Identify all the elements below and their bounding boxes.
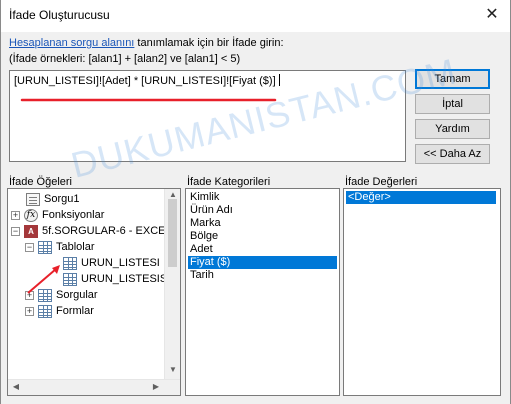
tree-item-label: Fonksiyonlar bbox=[42, 209, 105, 221]
tree-item-forms[interactable]: + Formlar bbox=[25, 303, 94, 319]
arrow-shaft bbox=[27, 268, 57, 294]
function-icon: fx bbox=[24, 208, 38, 222]
expand-icon[interactable]: + bbox=[25, 306, 34, 316]
values-list[interactable]: <Değer> bbox=[343, 188, 501, 396]
tree-item-label: Formlar bbox=[56, 305, 94, 317]
scroll-right-icon[interactable]: ▶ bbox=[148, 382, 164, 391]
collapse-icon[interactable]: − bbox=[25, 242, 34, 252]
expression-input[interactable]: [URUN_LISTESI]![Adet] * [URUN_LISTESI]![… bbox=[9, 70, 406, 162]
intro-text: Hesaplanan sorgu alanını tanımlamak için… bbox=[9, 37, 284, 49]
text-caret bbox=[278, 74, 280, 86]
elements-tree[interactable]: Sorgu1 + fx Fonksiyonlar − A 5f.SORGULAR… bbox=[7, 188, 181, 396]
cancel-button[interactable]: İptal bbox=[415, 94, 490, 114]
annotation-underline bbox=[20, 98, 277, 102]
category-item[interactable]: Bölge bbox=[188, 230, 220, 243]
tree-item-label: URUN_LISTESI bbox=[81, 257, 160, 269]
less-button[interactable]: << Daha Az bbox=[415, 144, 490, 164]
title-bar: İfade Oluşturucusu ✕ bbox=[1, 0, 510, 32]
examples-text: (İfade örnekleri: [alan1] + [alan2] ve [… bbox=[9, 53, 241, 65]
calculated-field-link[interactable]: Hesaplanan sorgu alanını bbox=[9, 37, 134, 49]
values-label: İfade Değerleri bbox=[345, 176, 418, 188]
tree-vertical-scrollbar[interactable]: ▲ ▼ bbox=[164, 189, 180, 379]
categories-label: İfade Kategorileri bbox=[187, 176, 271, 188]
expression-value: [URUN_LISTESI]![Adet] * [URUN_LISTESI]![… bbox=[14, 75, 276, 87]
window-title: İfade Oluşturucusu bbox=[9, 8, 110, 22]
expression-builder-dialog: İfade Oluşturucusu ✕ Hesaplanan sorgu al… bbox=[0, 0, 511, 404]
expand-icon[interactable]: + bbox=[11, 210, 20, 220]
tree-item-label: 5f.SORGULAR-6 - EXCEL bbox=[42, 225, 172, 237]
scroll-left-icon[interactable]: ◀ bbox=[8, 382, 24, 391]
tree-item-query[interactable]: Sorgu1 bbox=[26, 191, 79, 207]
category-item[interactable]: Marka bbox=[188, 217, 223, 230]
tree-item-label: Tablolar bbox=[56, 241, 95, 253]
folder-icon bbox=[38, 304, 52, 318]
annotation-arrow bbox=[27, 265, 60, 294]
folder-icon bbox=[38, 240, 52, 254]
tree-item-functions[interactable]: + fx Fonksiyonlar bbox=[11, 207, 104, 223]
category-item[interactable]: Adet bbox=[188, 243, 215, 256]
category-item[interactable]: Ürün Adı bbox=[188, 204, 235, 217]
tree-item-label: Sorgu1 bbox=[44, 193, 80, 205]
collapse-icon[interactable]: − bbox=[11, 226, 20, 236]
category-item[interactable]: Kimlik bbox=[188, 191, 221, 204]
ok-button[interactable]: Tamam bbox=[415, 69, 490, 89]
elements-label: İfade Öğeleri bbox=[9, 176, 72, 188]
value-item-selected[interactable]: <Değer> bbox=[346, 191, 496, 204]
expression-text: [URUN_LISTESI]![Adet] * [URUN_LISTESI]![… bbox=[14, 74, 280, 87]
category-item[interactable]: Tarih bbox=[188, 269, 216, 282]
tree-item-label: URUN_LISTESIS_ bbox=[81, 273, 174, 285]
scroll-thumb[interactable] bbox=[168, 199, 177, 267]
help-button[interactable]: Yardım bbox=[415, 119, 490, 139]
database-icon bbox=[26, 192, 40, 206]
categories-list[interactable]: Kimlik Ürün Adı Marka Bölge Adet Fiyat (… bbox=[185, 188, 340, 396]
tree-item-database[interactable]: − A 5f.SORGULAR-6 - EXCEL bbox=[11, 223, 172, 239]
scroll-down-icon[interactable]: ▼ bbox=[165, 365, 180, 374]
tree-horizontal-scrollbar[interactable]: ◀ ▶ bbox=[8, 379, 180, 395]
tree-item-tables[interactable]: − Tablolar bbox=[25, 239, 95, 255]
intro-rest: tanımlamak için bir İfade girin: bbox=[134, 37, 284, 49]
scroll-up-icon[interactable]: ▲ bbox=[165, 190, 180, 199]
access-icon: A bbox=[24, 224, 38, 238]
category-item-selected[interactable]: Fiyat ($) bbox=[188, 256, 337, 269]
close-icon[interactable]: ✕ bbox=[478, 2, 506, 28]
